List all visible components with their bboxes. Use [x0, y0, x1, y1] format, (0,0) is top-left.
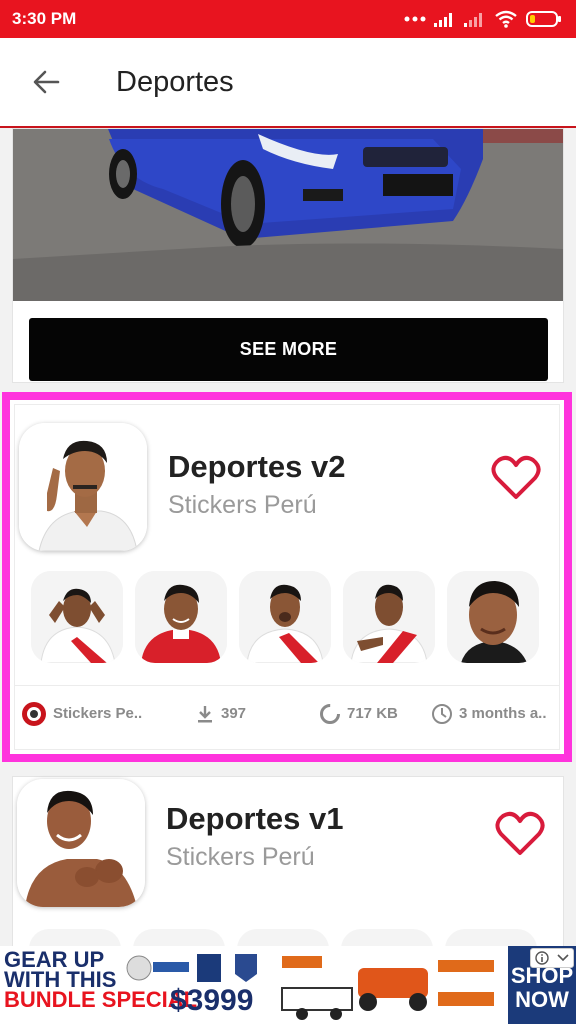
- pack-author: Stickers Perú: [168, 491, 317, 519]
- pack-author: Stickers Perú: [166, 843, 315, 871]
- ad-choices-icon[interactable]: [530, 948, 574, 968]
- sticker-preview[interactable]: [29, 929, 121, 946]
- downloads-count: 397: [221, 705, 247, 722]
- pack-card-highlighted[interactable]: Deportes v2 Stickers Perú Stickers Pe.. …: [2, 392, 572, 762]
- size-circle-icon: [320, 703, 340, 724]
- sticker-preview[interactable]: [445, 929, 537, 946]
- sticker-preview[interactable]: [31, 571, 123, 663]
- pack-size: 717 KB: [347, 705, 398, 722]
- battery-icon: [526, 11, 561, 27]
- sticker-preview[interactable]: [341, 929, 433, 946]
- sticker-preview[interactable]: [237, 929, 329, 946]
- pack-card-inner: Deportes v2 Stickers Perú Stickers Pe.. …: [14, 404, 560, 750]
- sticker-preview[interactable]: [239, 571, 331, 663]
- pack-list[interactable]: SEE MORE Deportes v2 Stickers Perú Stick…: [0, 128, 576, 946]
- pack-thumbnail[interactable]: [17, 779, 145, 907]
- info-icon: [535, 951, 549, 965]
- ad-car-image[interactable]: [13, 129, 563, 301]
- app-bar: Deportes: [0, 38, 576, 128]
- author-short-label: Stickers Pe..: [53, 705, 143, 722]
- pack-author-meta[interactable]: Stickers Pe..: [21, 701, 142, 727]
- download-icon: [198, 705, 212, 722]
- sticker-preview[interactable]: [343, 571, 435, 663]
- sticker-preview-row: [31, 571, 556, 663]
- status-time: 3:30 PM: [12, 9, 77, 28]
- size-meta: 717 KB: [319, 703, 398, 725]
- ad-price: $3999: [170, 984, 254, 1017]
- pack-title: Deportes v1: [166, 801, 344, 836]
- bottom-ad-banner[interactable]: GEAR UP WITH THIS BUNDLE SPECIAL $3999 S…: [0, 946, 576, 1024]
- arrow-back-icon: [33, 70, 60, 94]
- heart-icon[interactable]: [495, 811, 545, 857]
- ad-products-image: [281, 956, 494, 1020]
- signal-weak-icon: [464, 13, 482, 27]
- heart-icon[interactable]: [491, 455, 541, 501]
- ad-card: SEE MORE: [12, 128, 564, 383]
- see-more-button[interactable]: SEE MORE: [29, 318, 548, 381]
- ad-line-3: BUNDLE SPECIAL: [4, 987, 198, 1012]
- author-avatar-icon: [22, 701, 46, 726]
- pack-title: Deportes v2: [168, 449, 346, 484]
- back-button[interactable]: [16, 52, 76, 112]
- downloads-meta: 397: [195, 704, 246, 724]
- ad-product-logos: [126, 954, 257, 982]
- sticker-preview[interactable]: [447, 571, 539, 663]
- more-dots-icon: [404, 16, 426, 22]
- status-bar: 3:30 PM: [0, 0, 576, 38]
- sticker-preview[interactable]: [133, 929, 225, 946]
- page-title: Deportes: [116, 65, 234, 98]
- updated-meta: 3 months a..: [431, 703, 547, 725]
- chevron-down-icon: [557, 954, 569, 962]
- pack-thumbnail[interactable]: [19, 423, 147, 551]
- pack-card[interactable]: Deportes v1 Stickers Perú: [12, 776, 564, 946]
- signal-icon: [434, 13, 452, 27]
- pack-meta-row: Stickers Pe.. 397 717 KB 3 months a..: [15, 685, 559, 741]
- sticker-preview-row: [29, 929, 537, 946]
- wifi-icon: [495, 10, 517, 28]
- clock-icon: [432, 703, 452, 724]
- updated-time: 3 months a..: [459, 705, 547, 722]
- status-icons: [404, 10, 562, 28]
- sticker-preview[interactable]: [135, 571, 227, 663]
